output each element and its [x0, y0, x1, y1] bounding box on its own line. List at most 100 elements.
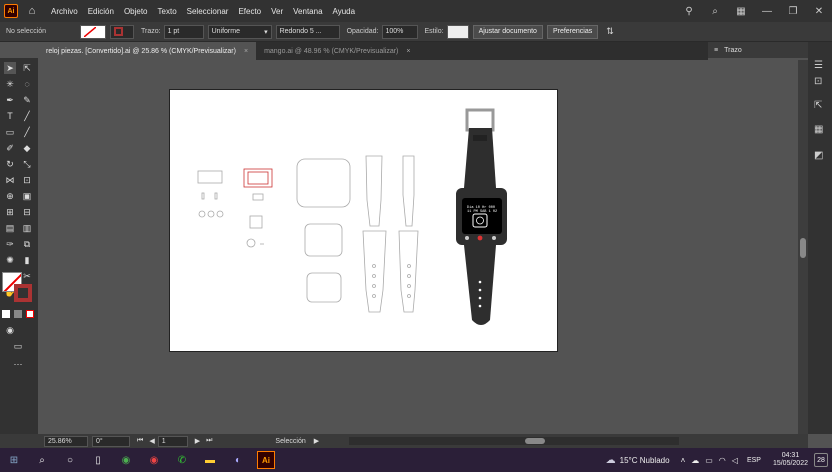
menu-objeto[interactable]: Objeto	[119, 7, 153, 16]
whatsapp-icon[interactable]: ✆	[173, 451, 191, 469]
eraser-icon[interactable]: ◆	[21, 142, 33, 154]
first-artboard-icon[interactable]: ⏮	[137, 437, 143, 445]
stroke-swatch[interactable]	[110, 24, 134, 39]
maximize-icon[interactable]: ❐	[780, 6, 806, 17]
artboard-number-field[interactable]: 1	[157, 435, 188, 447]
arrange-icon[interactable]: ⇅	[606, 26, 614, 37]
menu-ventana[interactable]: Ventana	[288, 7, 327, 16]
menu-archivo[interactable]: Archivo	[46, 7, 83, 16]
perspective-grid-icon[interactable]: ⊞	[4, 206, 16, 218]
mesh-tool-icon[interactable]: ⊟	[21, 206, 33, 218]
close-tab-icon[interactable]: ×	[244, 48, 248, 55]
draw-mode-icon[interactable]: ◉	[4, 324, 16, 336]
rotation-field[interactable]: 0°	[92, 435, 130, 447]
preferencias-button[interactable]: Preferencias	[546, 24, 599, 39]
search-icon[interactable]: ⌕	[702, 6, 728, 17]
magic-wand-icon[interactable]: ✳	[4, 78, 16, 90]
rectangle-tool-icon[interactable]: ▭	[4, 126, 16, 138]
more-tools-icon[interactable]: ⋯	[12, 358, 24, 370]
chrome-icon-2[interactable]: ◉	[145, 451, 163, 469]
artboard[interactable]: Dia 10 Hr 000 11 PM SAB 1 02	[169, 89, 558, 352]
export-icon[interactable]: ⇱	[814, 100, 826, 112]
chrome-icon[interactable]: ◉	[117, 451, 135, 469]
screen-mode-icon[interactable]: ▭	[12, 340, 24, 352]
close-tab-icon[interactable]: ×	[406, 48, 410, 55]
line-tool-icon[interactable]: ╱	[21, 110, 33, 122]
free-transform-icon[interactable]: ⊡	[21, 174, 33, 186]
grid-icon[interactable]: ▦	[728, 6, 754, 17]
start-icon[interactable]: ⊞	[5, 451, 23, 469]
clock[interactable]: 04:31 15/05/2022	[773, 452, 808, 468]
paintbrush-icon[interactable]: ╱	[21, 126, 33, 138]
none-mode-icon[interactable]	[26, 310, 34, 318]
tab-reloj-piezas[interactable]: reloj piezas. [Convertido].ai @ 25.86 % …	[38, 42, 257, 60]
search-help-icon[interactable]: ⚲	[676, 6, 702, 17]
direct-selection-tool-icon[interactable]: ⇱	[21, 62, 33, 74]
scroll-thumb[interactable]	[800, 238, 806, 258]
scale-tool-icon[interactable]: ⤡	[21, 158, 33, 170]
fill-stroke-widget[interactable]	[2, 272, 36, 304]
prev-artboard-icon[interactable]: ◀	[149, 437, 154, 445]
eyedropper-icon[interactable]: ✑	[4, 238, 16, 250]
layers-icon[interactable]: ⊡	[814, 76, 826, 88]
zoom-field[interactable]: 25.86%	[44, 435, 88, 447]
notification-badge[interactable]: 28	[814, 453, 828, 467]
tray-arrow-icon[interactable]: ˄	[681, 456, 686, 465]
type-tool-icon[interactable]: T	[4, 110, 16, 122]
menu-ver[interactable]: Ver	[266, 7, 288, 16]
selection-tool-icon[interactable]: ➤	[4, 62, 16, 74]
search-icon[interactable]: ⌕	[33, 451, 51, 469]
stroke-weight-field[interactable]: 1 pt	[163, 24, 204, 39]
home-icon[interactable]: ⌂	[22, 5, 42, 17]
properties-icon[interactable]: ☰	[814, 60, 826, 72]
stroke-box[interactable]	[14, 284, 32, 302]
ajustar-documento-button[interactable]: Ajustar documento	[472, 24, 543, 39]
volume-icon[interactable]: ◁	[732, 456, 738, 465]
pen-tool-icon[interactable]: ✒	[4, 94, 16, 106]
blend-tool-icon[interactable]: ⧉	[21, 238, 33, 250]
wifi-icon[interactable]: ◠	[719, 456, 726, 465]
language-indicator[interactable]: ESP	[747, 457, 761, 464]
file-explorer-icon[interactable]: ▬	[201, 451, 219, 469]
trazo-panel-header[interactable]: ≡ Trazo	[708, 42, 808, 58]
stroke-profile-select[interactable]: Uniforme ▾	[207, 24, 272, 39]
gradient-mode-icon[interactable]	[14, 310, 22, 318]
width-tool-icon[interactable]: ⋈	[4, 174, 16, 186]
battery-icon[interactable]: ▭	[705, 456, 713, 465]
weather-text[interactable]: 15°C Nublado	[620, 456, 670, 465]
app-icon[interactable]: ◐	[229, 451, 247, 469]
menu-efecto[interactable]: Efecto	[233, 7, 266, 16]
menu-ayuda[interactable]: Ayuda	[328, 7, 361, 16]
illustrator-taskbar-icon[interactable]: Ai	[257, 451, 275, 469]
lasso-icon[interactable]: ◌	[21, 78, 33, 90]
menu-texto[interactable]: Texto	[153, 7, 182, 16]
menu-seleccionar[interactable]: Seleccionar	[182, 7, 234, 16]
horizontal-scrollbar[interactable]	[349, 437, 680, 445]
h-scroll-thumb[interactable]	[525, 438, 546, 444]
graph-tool-icon[interactable]: ▮	[21, 254, 33, 266]
minimize-icon[interactable]: —	[754, 6, 780, 17]
opacity-field[interactable]: 100%	[381, 24, 418, 39]
cortana-icon[interactable]: ○	[61, 451, 79, 469]
vertical-scrollbar[interactable]	[798, 60, 808, 434]
fill-swatch[interactable]	[80, 24, 106, 39]
tab-mango[interactable]: mango.ai @ 48.96 % (CMYK/Previsualizar) …	[256, 42, 418, 60]
style-swatch[interactable]	[446, 24, 469, 39]
brush-select[interactable]: Redondo 5 ...	[275, 24, 340, 39]
close-icon[interactable]: ✕	[806, 6, 832, 17]
last-artboard-icon[interactable]: ⏭	[206, 437, 212, 445]
task-view-icon[interactable]: ▯	[89, 451, 107, 469]
gradient-swatch-icon[interactable]: ▥	[21, 222, 33, 234]
shape-builder-icon[interactable]: ⊕	[4, 190, 16, 202]
stroke-panel-icon[interactable]: ◩	[814, 150, 826, 162]
gradient-tool-icon[interactable]: ▤	[4, 222, 16, 234]
cloud-icon[interactable]: ☁	[691, 456, 699, 465]
weather-icon[interactable]: ☁	[606, 455, 616, 466]
curvature-tool-icon[interactable]: ✎	[21, 94, 33, 106]
rotate-tool-icon[interactable]: ↻	[4, 158, 16, 170]
live-paint-icon[interactable]: ▣	[21, 190, 33, 202]
color-mode-icon[interactable]	[2, 310, 10, 318]
status-arrow-icon[interactable]: ▶	[314, 437, 319, 445]
menu-edicion[interactable]: Edición	[83, 7, 119, 16]
next-artboard-icon[interactable]: ▶	[195, 437, 200, 445]
